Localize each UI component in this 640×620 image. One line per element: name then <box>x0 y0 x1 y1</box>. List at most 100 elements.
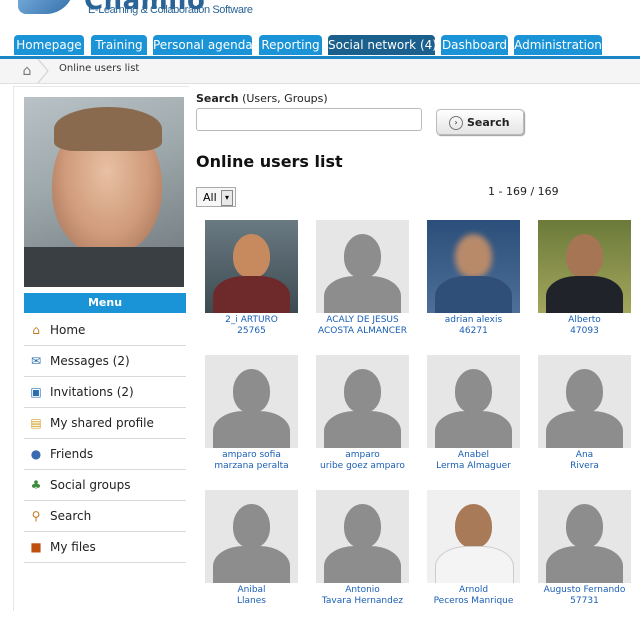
filter-select[interactable]: All ▾ <box>196 187 236 207</box>
user-card[interactable]: adrian alexis 46271 <box>418 220 522 350</box>
user-detail[interactable]: Peceros Manrique <box>418 596 529 606</box>
user-card[interactable]: Arnold Peceros Manrique <box>418 490 522 620</box>
logo-tagline: E-Learning & Collaboration Software <box>88 4 253 16</box>
user-photo[interactable] <box>538 220 631 313</box>
photo-head <box>566 234 603 278</box>
photo-head <box>566 369 603 413</box>
user-card[interactable]: 2_i ARTURO 25765 <box>196 220 300 350</box>
user-photo[interactable] <box>538 490 631 583</box>
user-card[interactable]: amparo uribe goez amparo <box>307 355 411 485</box>
user-detail[interactable]: Llanes <box>196 596 307 606</box>
user-photo[interactable] <box>538 355 631 448</box>
user-name[interactable]: 2_i ARTURO <box>196 315 307 325</box>
chevron-right-icon: › <box>449 116 463 130</box>
avatar-shirt <box>24 247 184 287</box>
user-photo[interactable] <box>205 355 298 448</box>
user-photo[interactable] <box>427 220 520 313</box>
user-name[interactable]: Anibal <box>196 585 307 595</box>
tab-training[interactable]: Training <box>91 35 147 55</box>
photo-head <box>344 234 381 278</box>
user-card[interactable]: amparo sofia marzana peralta <box>196 355 300 485</box>
user-photo[interactable] <box>427 355 520 448</box>
user-detail[interactable]: ACOSTA ALMANCER <box>307 326 418 336</box>
files-icon: ■ <box>30 540 42 554</box>
profile-avatar[interactable] <box>24 97 184 287</box>
sidebar-item-label: My shared profile <box>50 416 154 430</box>
photo-body <box>324 546 401 583</box>
user-name[interactable]: Alberto <box>529 315 640 325</box>
search-label: Search (Users, Groups) <box>196 92 328 105</box>
user-detail[interactable]: 46271 <box>418 326 529 336</box>
photo-head <box>233 504 270 548</box>
tab-personal-agenda[interactable]: Personal agenda <box>153 35 253 55</box>
tab-administration[interactable]: Administration <box>514 35 602 55</box>
photo-body <box>324 276 401 313</box>
user-name[interactable]: Anabel <box>418 450 529 460</box>
user-card[interactable]: Augusto Fernando 57731 <box>529 490 633 620</box>
user-detail[interactable]: 57731 <box>529 596 640 606</box>
user-photo[interactable] <box>316 220 409 313</box>
tab-homepage[interactable]: Homepage <box>14 35 84 55</box>
user-name[interactable]: Antonio <box>307 585 418 595</box>
sidebar-item-my-files[interactable]: ■ My files <box>24 532 186 563</box>
groups-icon: ♣ <box>30 478 42 492</box>
search-button[interactable]: › Search <box>436 109 524 135</box>
user-detail[interactable]: Lerma Almaguer <box>418 461 529 471</box>
user-name[interactable]: Arnold <box>418 585 529 595</box>
sidebar-item-shared-profile[interactable]: ▤ My shared profile <box>24 408 186 439</box>
user-detail[interactable]: Tavara Hernandez <box>307 596 418 606</box>
photo-body <box>435 411 512 448</box>
user-name[interactable]: ACALY DE JESUS <box>307 315 418 325</box>
sidebar-item-label: Home <box>50 323 86 337</box>
user-photo[interactable] <box>205 220 298 313</box>
envelope-icon: ✉ <box>30 354 42 368</box>
breadcrumb-separator <box>37 59 49 83</box>
user-photo[interactable] <box>427 490 520 583</box>
logo-icon <box>18 0 74 14</box>
sidebar-item-social-groups[interactable]: ♣ Social groups <box>24 470 186 501</box>
pager-count: 1 - 169 / 169 <box>488 185 559 198</box>
user-detail[interactable]: marzana peralta <box>196 461 307 471</box>
user-detail[interactable]: 25765 <box>196 326 307 336</box>
user-photo[interactable] <box>316 490 409 583</box>
photo-head <box>455 504 492 548</box>
user-name[interactable]: Ana <box>529 450 640 460</box>
sidebar-item-messages[interactable]: ✉ Messages (2) <box>24 346 186 377</box>
user-name[interactable]: adrian alexis <box>418 315 529 325</box>
sidebar-menu: ⌂ Home ✉ Messages (2) ▣ Invitations (2) ▤ My… <box>24 315 186 563</box>
user-name[interactable]: amparo sofia <box>196 450 307 460</box>
user-photo[interactable] <box>316 355 409 448</box>
home-icon: ⌂ <box>32 323 40 337</box>
user-card[interactable]: Antonio Tavara Hernandez <box>307 490 411 620</box>
chevron-down-icon: ▾ <box>221 190 233 206</box>
sidebar-item-friends[interactable]: ● Friends <box>24 439 186 470</box>
search-button-label: Search <box>467 116 510 129</box>
user-detail[interactable]: uribe goez amparo <box>307 461 418 471</box>
user-card[interactable]: Ana Rivera <box>529 355 633 485</box>
tab-social-network[interactable]: Social network (4) <box>328 35 437 55</box>
photo-head <box>455 369 492 413</box>
photo-body <box>546 276 623 313</box>
sidebar-item-invitations[interactable]: ▣ Invitations (2) <box>24 377 186 408</box>
user-card[interactable]: Alberto 47093 <box>529 220 633 350</box>
user-name[interactable]: Augusto Fernando <box>529 585 640 595</box>
photo-head <box>455 234 492 278</box>
user-card[interactable]: Anabel Lerma Almaguer <box>418 355 522 485</box>
photo-body <box>546 546 623 583</box>
user-name[interactable]: amparo <box>307 450 418 460</box>
sidebar-item-home[interactable]: ⌂ Home <box>24 315 186 346</box>
menu-title: Menu <box>24 293 186 313</box>
sidebar-item-search[interactable]: ⚲ Search <box>24 501 186 532</box>
photo-head <box>233 234 270 278</box>
tab-dashboard[interactable]: Dashboard <box>441 35 508 55</box>
main-tabs: Homepage Training Personal agenda Report… <box>0 35 640 59</box>
tab-reporting[interactable]: Reporting <box>259 35 322 55</box>
user-photo[interactable] <box>205 490 298 583</box>
user-card[interactable]: Anibal Llanes <box>196 490 300 620</box>
friends-icon: ● <box>30 447 42 461</box>
user-card[interactable]: ACALY DE JESUS ACOSTA ALMANCER <box>307 220 411 350</box>
user-detail[interactable]: Rivera <box>529 461 640 471</box>
search-input[interactable] <box>196 108 422 131</box>
search-label-rest: (Users, Groups) <box>238 92 328 105</box>
user-detail[interactable]: 47093 <box>529 326 640 336</box>
